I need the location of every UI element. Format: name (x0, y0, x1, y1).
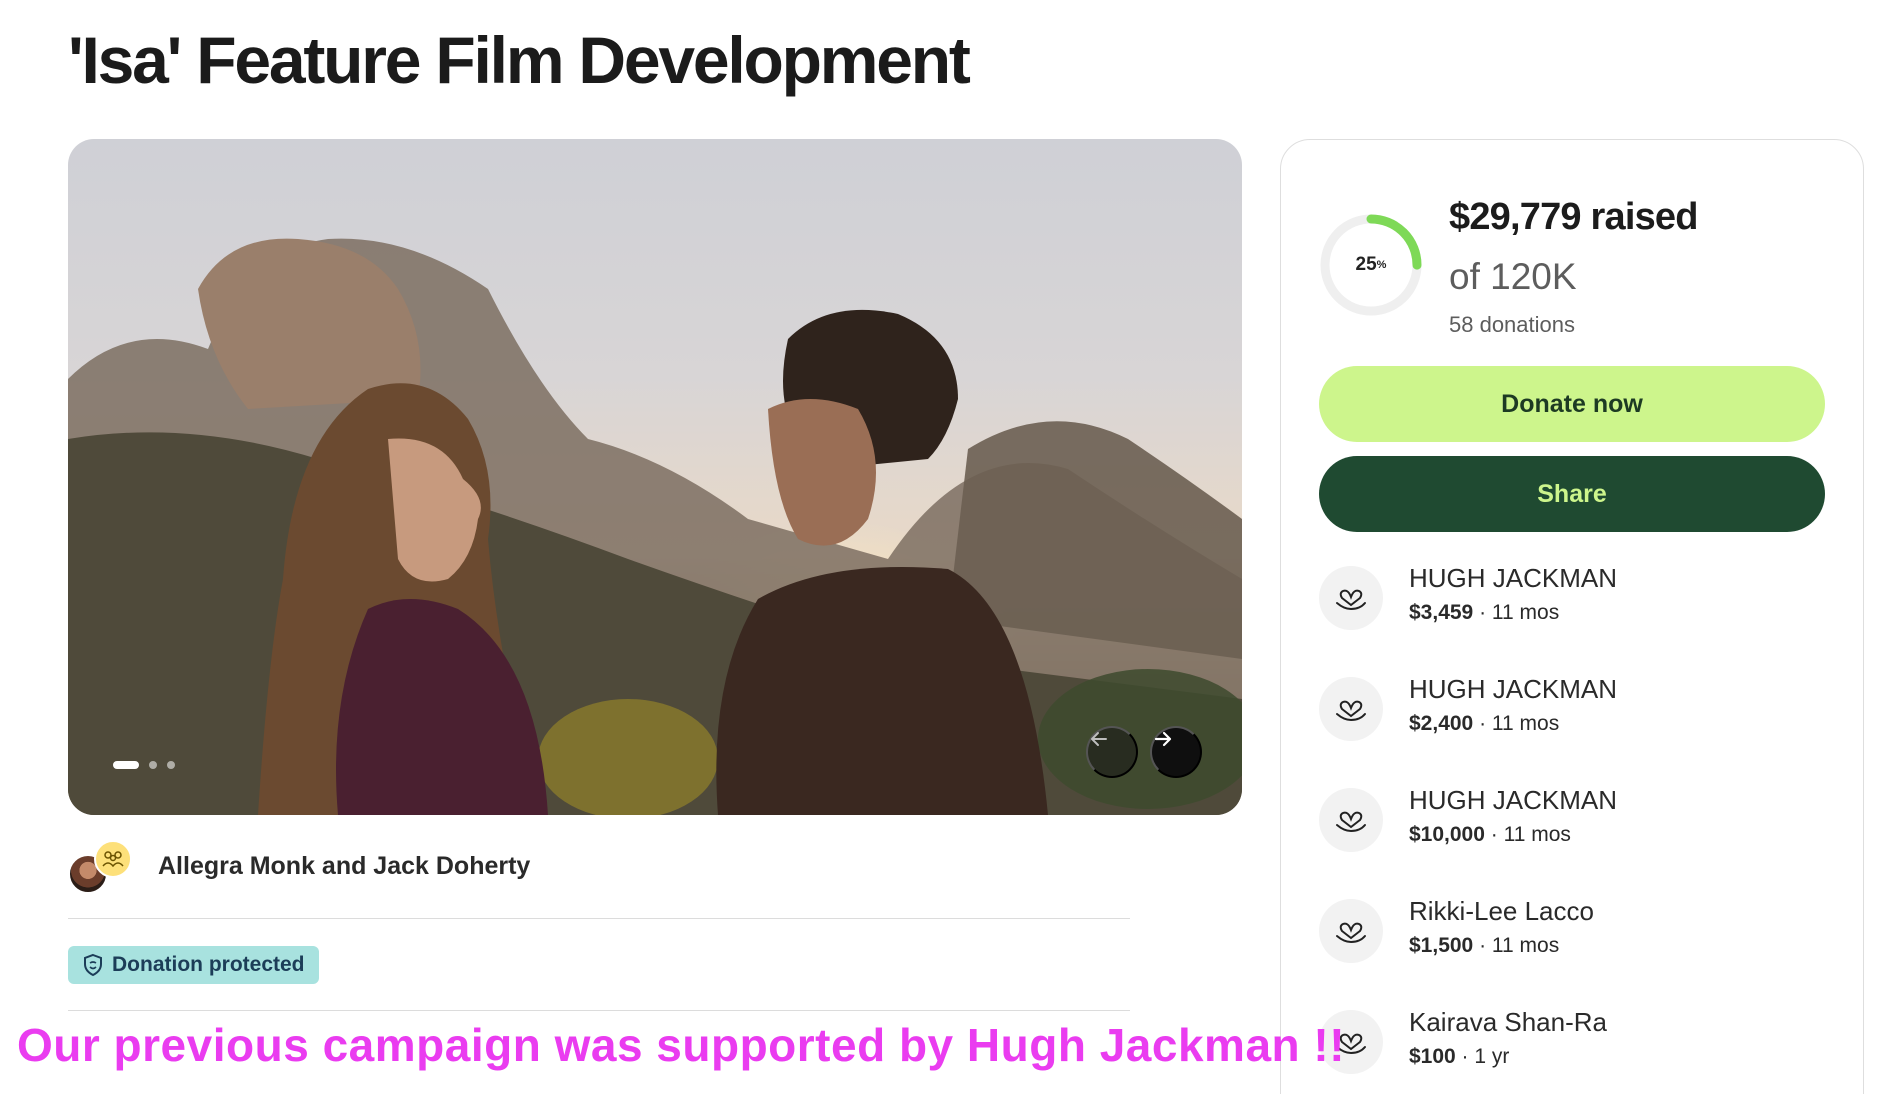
carousel-dot[interactable] (167, 761, 175, 769)
donor-name: HUGH JACKMAN (1409, 563, 1618, 593)
donation-protected-badge[interactable]: Donation protected (68, 946, 319, 984)
progress-percent: 25% (1355, 254, 1387, 275)
divider (68, 1010, 1130, 1011)
donation-meta: $3,459 · 11 mos (1409, 601, 1560, 624)
divider (68, 918, 1130, 919)
carousel-dot[interactable] (149, 761, 157, 769)
page-title: 'Isa' Feature Film Development (68, 23, 971, 97)
donate-now-button[interactable]: Donate now (1319, 366, 1825, 442)
organizer-name[interactable]: Allegra Monk and Jack Doherty (158, 852, 530, 881)
carousel-dot-active[interactable] (113, 761, 139, 769)
campaign-hero-image[interactable] (68, 139, 1242, 815)
heart-hand-icon (1319, 677, 1383, 741)
donation-protected-label: Donation protected (112, 953, 305, 976)
donor-name: HUGH JACKMAN (1409, 674, 1618, 704)
donation-item: HUGH JACKMAN $2,400 · 11 mos (1319, 669, 1829, 780)
arrow-left-icon (1091, 732, 1107, 746)
donation-item: Kairava Shan-Ra $100 · 1 yr (1319, 1002, 1829, 1094)
arrow-right-icon (1154, 731, 1172, 747)
donation-count: 58 donations (1449, 312, 1575, 337)
previous-image-button[interactable] (1086, 726, 1138, 778)
donation-meta: $10,000 · 11 mos (1409, 823, 1571, 846)
organizer-row[interactable]: Allegra Monk and Jack Doherty (68, 840, 530, 900)
heart-hand-icon (1319, 899, 1383, 963)
goal-amount: of 120K (1449, 256, 1577, 297)
donor-name: Rikki-Lee Lacco (1409, 896, 1594, 926)
donor-name: Kairava Shan-Ra (1409, 1007, 1607, 1037)
share-button[interactable]: Share (1319, 456, 1825, 532)
recent-donations-list: HUGH JACKMAN $3,459 · 11 mos HUGH JACKMA… (1319, 558, 1829, 1094)
heart-hand-icon (1319, 788, 1383, 852)
shield-icon (84, 953, 102, 977)
people-group-icon (94, 840, 132, 878)
amount-raised: $29,779 raised (1449, 196, 1698, 238)
carousel-indicator (113, 761, 175, 769)
donation-sidebar: 25% $29,779 raised of 120K 58 donations … (1280, 139, 1864, 1094)
donation-item: HUGH JACKMAN $10,000 · 11 mos (1319, 780, 1829, 891)
promo-overlay-text: Our previous campaign was supported by H… (17, 1019, 1346, 1071)
donation-meta: $2,400 · 11 mos (1409, 712, 1560, 735)
hero-photo (68, 238, 1242, 815)
heart-hand-icon (1319, 566, 1383, 630)
donation-item: HUGH JACKMAN $3,459 · 11 mos (1319, 558, 1829, 669)
donor-name: HUGH JACKMAN (1409, 785, 1618, 815)
next-image-button[interactable] (1150, 726, 1202, 778)
donation-meta: $1,500 · 11 mos (1409, 934, 1560, 957)
donation-meta: $100 · 1 yr (1409, 1045, 1510, 1068)
donation-item: Rikki-Lee Lacco $1,500 · 11 mos (1319, 891, 1829, 1002)
